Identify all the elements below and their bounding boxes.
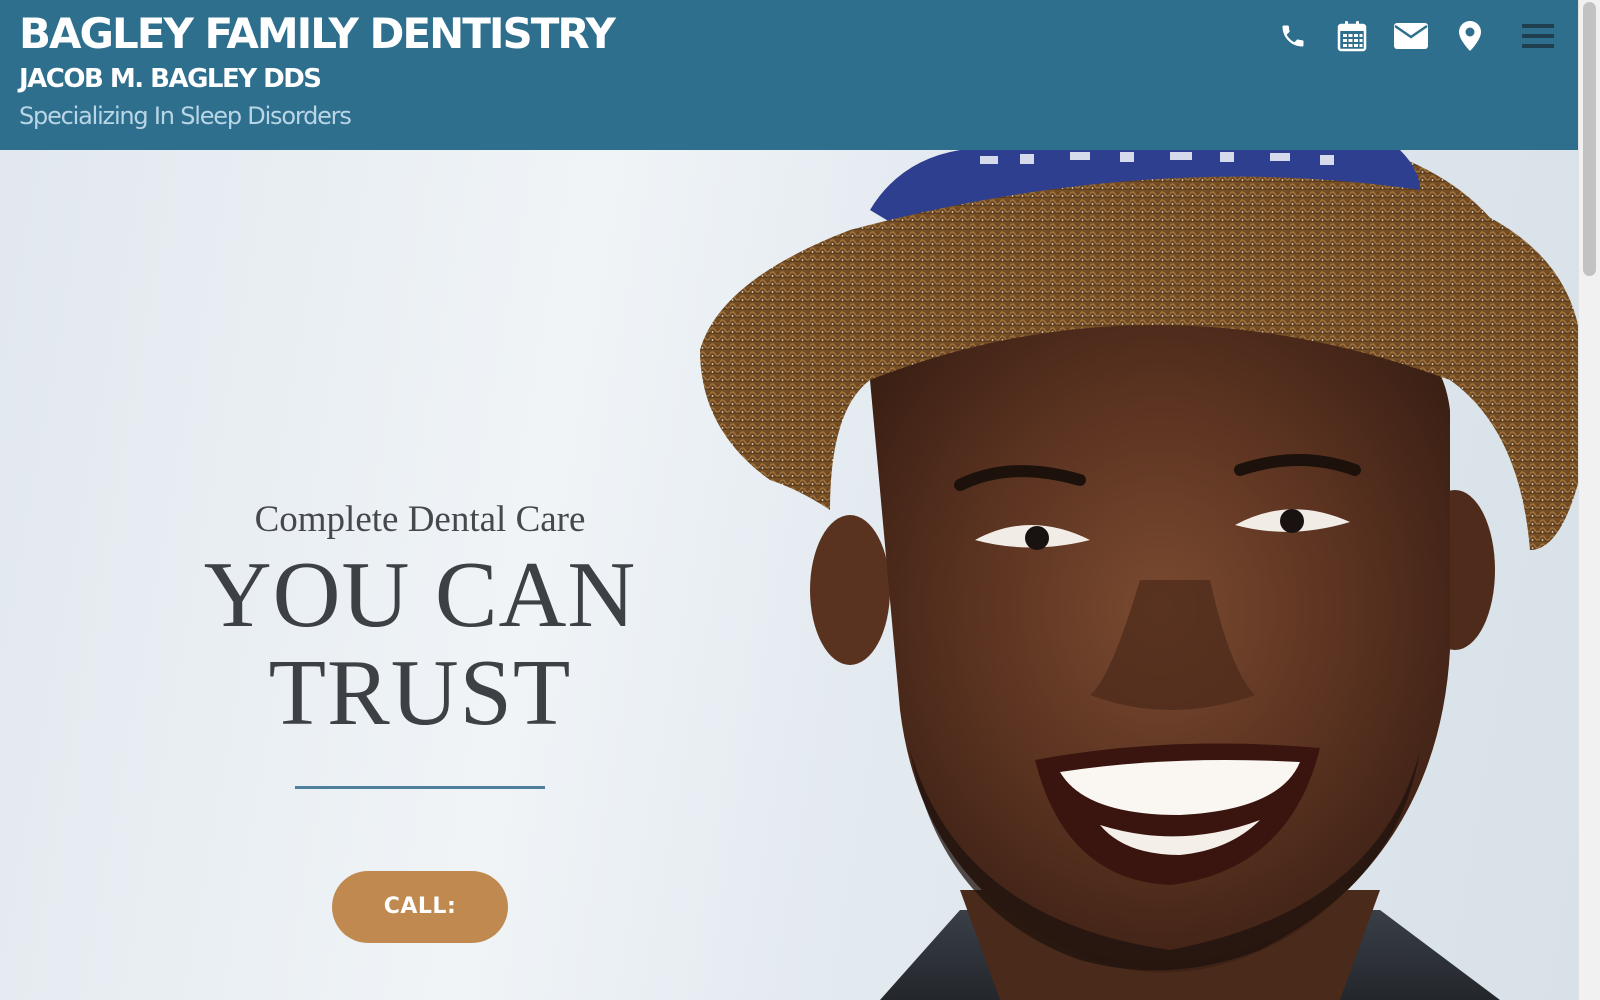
hero-headline-line1: YOU CAN xyxy=(203,543,637,647)
page-scrollbar[interactable] xyxy=(1578,0,1600,1000)
site-header: BAGLEY FAMILY DENTISTRY JACOB M. BAGLEY … xyxy=(0,0,1579,150)
hero-divider xyxy=(295,786,545,789)
hero-headline-line2: TRUST xyxy=(268,641,572,745)
hero-copy: Complete Dental Care YOU CAN TRUST CALL: xyxy=(170,498,670,943)
hero-eyebrow: Complete Dental Care xyxy=(254,499,586,540)
envelope-icon[interactable] xyxy=(1394,20,1428,52)
site-title[interactable]: BAGLEY FAMILY DENTISTRY xyxy=(19,6,616,62)
call-button[interactable]: CALL: xyxy=(332,871,508,943)
tagline: Specializing In Sleep Disorders xyxy=(19,102,352,130)
hero-section: Complete Dental Care YOU CAN TRUST CALL: xyxy=(0,150,1579,1000)
doctor-name: JACOB M. BAGLEY DDS xyxy=(19,64,322,94)
phone-icon[interactable] xyxy=(1276,20,1310,52)
scrollbar-thumb[interactable] xyxy=(1583,2,1596,276)
hero-headline: YOU CAN TRUST xyxy=(170,546,670,742)
map-marker-icon[interactable] xyxy=(1453,20,1487,52)
menu-icon[interactable] xyxy=(1521,20,1555,52)
brand-block[interactable]: BAGLEY FAMILY DENTISTRY JACOB M. BAGLEY … xyxy=(19,6,616,133)
calendar-icon[interactable] xyxy=(1335,20,1369,52)
